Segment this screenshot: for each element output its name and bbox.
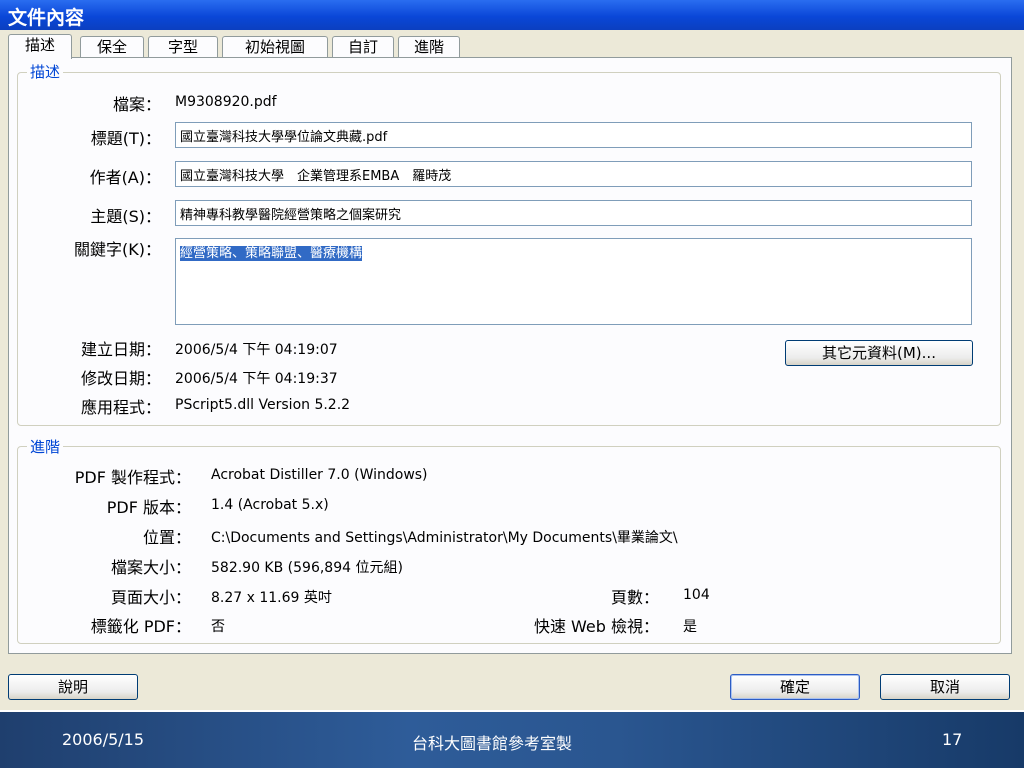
file-value: M9308920.pdf [175,94,277,110]
tab-initial-view[interactable]: 初始視圖 [222,36,328,58]
title-bar[interactable]: 文件內容 [0,0,1024,30]
file-size-value: 582.90 KB (596,894 位元組) [211,560,403,576]
fast-web-view-value: 是 [683,619,697,635]
pdf-producer-value: Acrobat Distiller 7.0 (Windows) [211,467,428,483]
modified-label: 修改日期： [80,369,161,388]
tab-advanced[interactable]: 進階 [398,36,460,58]
modified-value: 2006/5/4 下午 04:19:37 [175,371,338,387]
tab-description[interactable]: 描述 [8,34,72,59]
page-size-value: 8.27 x 11.69 英吋 [211,590,332,606]
ok-button[interactable]: 確定 [730,674,860,700]
file-size-label: 檔案大小： [110,558,191,577]
window-title: 文件內容 [8,7,85,29]
keywords-selected-text: 經營策略、策略聯盟、醫療機構 [180,246,363,261]
footer-title: 台科大圖書館參考室製 [412,734,573,753]
tagged-pdf-value: 否 [211,619,225,635]
keywords-label: 關鍵字(K)： [74,240,161,259]
slide-footer: 2006/5/15 台科大圖書館參考室製 17 [0,710,1024,768]
tagged-pdf-label: 標籤化 PDF： [90,617,191,636]
footer-date: 2006/5/15 [62,730,145,749]
page-count-label: 頁數： [610,588,659,607]
footer-page-number: 17 [942,730,963,749]
title-label: 標題(T)： [90,129,161,148]
location-value: C:\Documents and Settings\Administrator\… [211,530,678,546]
page-count-value: 104 [683,587,710,603]
tab-panel: 描述 檔案： M9308920.pdf 標題(T)： 國立臺灣科技大學學位論文典… [8,57,1012,654]
keywords-textarea[interactable]: 經營策略、策略聯盟、醫療機構 [175,238,972,325]
pdf-version-value: 1.4 (Acrobat 5.x) [211,497,329,513]
created-label: 建立日期： [80,340,161,359]
application-label: 應用程式： [80,398,161,417]
description-group-title: 描述 [27,61,64,82]
author-input[interactable]: 國立臺灣科技大學 企業管理系EMBA 羅時茂 [175,161,972,187]
author-label: 作者(A)： [89,168,161,187]
more-metadata-button[interactable]: 其它元資料(M)... [785,340,973,366]
page-size-label: 頁面大小： [110,588,191,607]
pdf-version-label: PDF 版本： [106,498,191,517]
tab-custom[interactable]: 自訂 [332,36,394,58]
file-label: 檔案： [112,95,161,114]
application-value: PScript5.dll Version 5.2.2 [175,397,351,413]
location-label: 位置： [142,528,191,547]
tab-security[interactable]: 保全 [80,36,144,58]
title-input[interactable]: 國立臺灣科技大學學位論文典藏.pdf [175,122,972,148]
tab-fonts[interactable]: 字型 [148,36,218,58]
advanced-group-title: 進階 [27,436,64,457]
subject-label: 主題(S)： [90,207,161,226]
pdf-producer-label: PDF 製作程式： [74,468,191,487]
cancel-button[interactable]: 取消 [880,674,1010,700]
fast-web-view-label: 快速 Web 檢視： [533,617,659,636]
created-value: 2006/5/4 下午 04:19:07 [175,342,338,358]
document-properties-dialog: 文件內容 描述 保全 字型 初始視圖 自訂 進階 描述 檔案： M9308920… [0,0,1024,710]
subject-input[interactable]: 精神專科教學醫院經營策略之個案研究 [175,200,972,226]
help-button[interactable]: 說明 [8,674,138,700]
